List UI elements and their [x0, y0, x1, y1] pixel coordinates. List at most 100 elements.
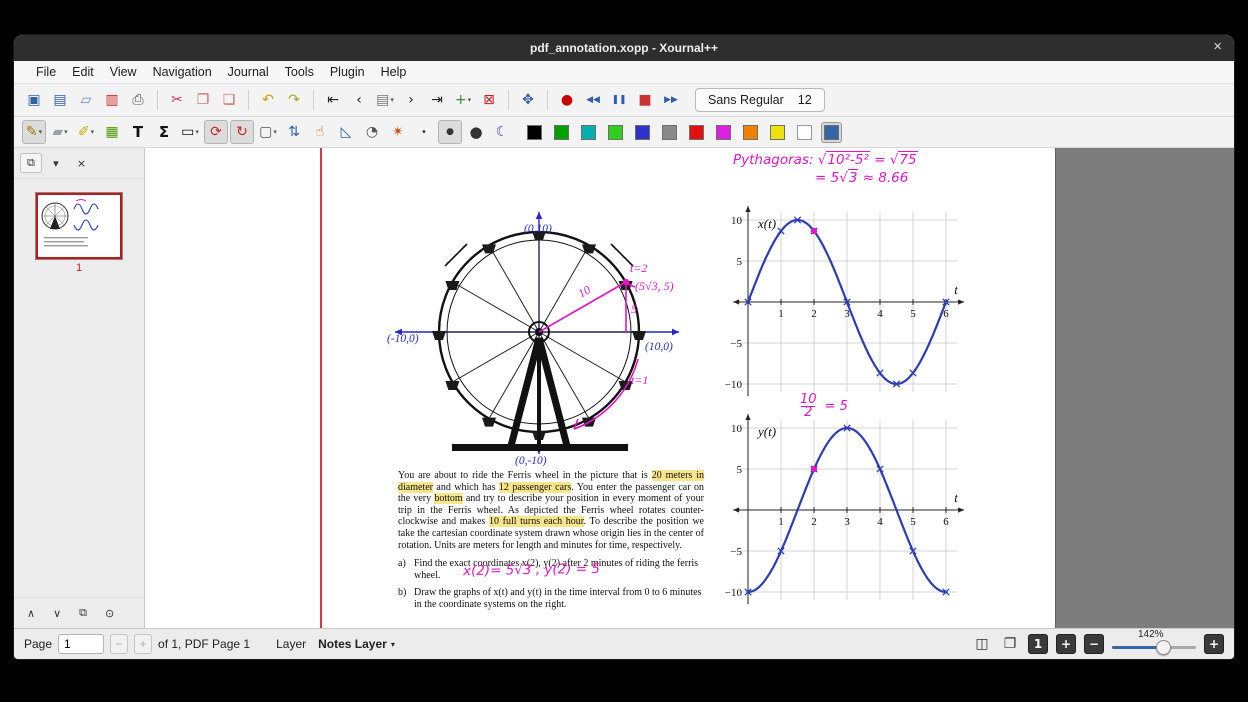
color-yellow[interactable]: [767, 122, 788, 143]
stroke-recognizer-button[interactable]: ↻: [230, 120, 254, 144]
menu-tools[interactable]: Tools: [277, 65, 322, 79]
pen-button[interactable]: ✎ ▾: [22, 120, 46, 144]
graph-y-of-t: 1 2 3 4 5 6 10 5 −5 −10 y(t) t: [725, 414, 965, 605]
svg-text:y(t): y(t): [756, 424, 776, 439]
stop-button[interactable]: ■: [633, 88, 657, 112]
menu-file[interactable]: File: [28, 65, 64, 79]
window-close-button[interactable]: ×: [1213, 38, 1222, 55]
color-black[interactable]: [524, 122, 545, 143]
zoom-out-button[interactable]: −: [1084, 634, 1104, 654]
menu-help[interactable]: Help: [373, 65, 415, 79]
color-light-green[interactable]: [605, 122, 626, 143]
fast-forward-button[interactable]: ▶▶: [659, 88, 683, 112]
color-palette: [524, 121, 842, 143]
previous-page-button[interactable]: ‹: [347, 88, 371, 112]
color-teal[interactable]: [578, 122, 599, 143]
layer-selector[interactable]: Notes Layer ▾: [312, 636, 401, 652]
menu-navigation[interactable]: Navigation: [145, 65, 220, 79]
menu-journal[interactable]: Journal: [220, 65, 277, 79]
menu-plugin[interactable]: Plugin: [322, 65, 373, 79]
hand-tool-button[interactable]: ☝: [308, 120, 332, 144]
ruler-button[interactable]: ◺: [334, 120, 358, 144]
paste-button[interactable]: ❏: [217, 88, 241, 112]
color-white[interactable]: [794, 122, 815, 143]
fill-toggle-button[interactable]: ☾: [490, 120, 514, 144]
export-pdf-button[interactable]: ▥: [100, 88, 124, 112]
menu-edit[interactable]: Edit: [64, 65, 102, 79]
document-canvas[interactable]: Pythagoras: √10²-5² = √75 = 5√3 ≈ 8.66 (…: [145, 148, 1234, 628]
page-increment-button[interactable]: +: [134, 634, 153, 654]
zoom-in-button[interactable]: +: [1204, 634, 1224, 654]
text-tool-button[interactable]: T: [126, 120, 150, 144]
color-current-color[interactable]: [821, 121, 842, 143]
select-region-button[interactable]: ▢ ▾: [256, 120, 280, 144]
color-blue[interactable]: [632, 122, 653, 143]
zoom-fit-width-button[interactable]: +: [1056, 634, 1076, 654]
shape-recognizer-button[interactable]: ⟳: [204, 120, 228, 144]
record-button[interactable]: ●: [555, 88, 579, 112]
fraction-result: = 5: [824, 399, 848, 414]
menu-view[interactable]: View: [102, 65, 145, 79]
eraser-button[interactable]: ▰ ▾: [48, 120, 72, 144]
zoom-fit-page-button[interactable]: ✥: [516, 88, 540, 112]
delete-page-button[interactable]: ⊠: [477, 88, 501, 112]
math-tex-button[interactable]: Σ: [152, 120, 176, 144]
sidebar-mode-caret[interactable]: ▾: [46, 153, 66, 173]
font-selector[interactable]: Sans Regular 12: [695, 88, 825, 112]
focus-page-button[interactable]: ⊙: [98, 603, 121, 623]
add-page-icon: +: [454, 92, 467, 108]
first-page-button[interactable]: ⇤: [321, 88, 345, 112]
record-icon: ●: [560, 92, 574, 108]
page-number-input[interactable]: [58, 634, 105, 654]
spline-button[interactable]: ✴: [386, 120, 410, 144]
cut-button[interactable]: ✂: [165, 88, 189, 112]
thickness-medium-button[interactable]: ●: [438, 120, 462, 144]
undo-button[interactable]: ↶: [256, 88, 280, 112]
duplicate-view-button[interactable]: ⧉: [72, 603, 94, 623]
font-size: 12: [797, 93, 812, 107]
radicand: 10²-5²: [826, 151, 870, 168]
rewind-button[interactable]: ◀◀: [581, 88, 605, 112]
add-page-button[interactable]: + ▾: [451, 88, 475, 112]
paste-icon: ❏: [222, 92, 236, 108]
xournal-window: pdf_annotation.xopp - Xournal++ × File Ed…: [14, 35, 1234, 659]
highlighter-button[interactable]: ✐ ▾: [74, 120, 98, 144]
toolbar-separator: [157, 90, 158, 110]
open-button[interactable]: ▱: [74, 88, 98, 112]
page-label: Page: [24, 637, 53, 651]
color-orange[interactable]: [740, 122, 761, 143]
thickness-thick-button[interactable]: ●: [464, 120, 488, 144]
shapes-button[interactable]: ▭ ▾: [178, 120, 202, 144]
pause-button[interactable]: ❚❚: [607, 88, 631, 112]
copy-button[interactable]: ❐: [191, 88, 215, 112]
insert-image-button[interactable]: ▦: [100, 120, 124, 144]
thickness-fine-button[interactable]: •: [412, 120, 436, 144]
title-bar[interactable]: pdf_annotation.xopp - Xournal++ ×: [14, 35, 1234, 61]
page-decrement-button[interactable]: −: [110, 634, 129, 654]
svg-text:2: 2: [811, 308, 817, 320]
print-button[interactable]: ⎙: [126, 88, 150, 112]
dual-page-view-button[interactable]: ◫: [972, 634, 992, 654]
cut-icon: ✂: [171, 92, 183, 108]
zoom-slider[interactable]: 142%: [1112, 629, 1196, 656]
sidebar-close-button[interactable]: ×: [70, 153, 93, 173]
presentation-mode-button[interactable]: ❐: [1000, 634, 1020, 654]
protractor-button[interactable]: ◔: [360, 120, 384, 144]
page-thumbnail[interactable]: [36, 193, 122, 259]
zoom-original-button[interactable]: 1: [1028, 634, 1048, 654]
save-button[interactable]: ▣: [22, 88, 46, 112]
zoom-slider-handle[interactable]: [1156, 640, 1171, 655]
collapse-up-button[interactable]: ∧: [20, 603, 42, 623]
color-red[interactable]: [686, 122, 707, 143]
page-preview-button[interactable]: ▤ ▾: [373, 88, 397, 112]
next-page-button[interactable]: ›: [399, 88, 423, 112]
color-gray[interactable]: [659, 122, 680, 143]
vertical-space-button[interactable]: ⇅: [282, 120, 306, 144]
last-page-button[interactable]: ⇥: [425, 88, 449, 112]
color-magenta[interactable]: [713, 122, 734, 143]
redo-button[interactable]: ↷: [282, 88, 306, 112]
color-green[interactable]: [551, 122, 572, 143]
new-document-button[interactable]: ▤: [48, 88, 72, 112]
sidebar-mode-button[interactable]: ⧉: [20, 153, 42, 173]
collapse-down-button[interactable]: ∨: [46, 603, 68, 623]
